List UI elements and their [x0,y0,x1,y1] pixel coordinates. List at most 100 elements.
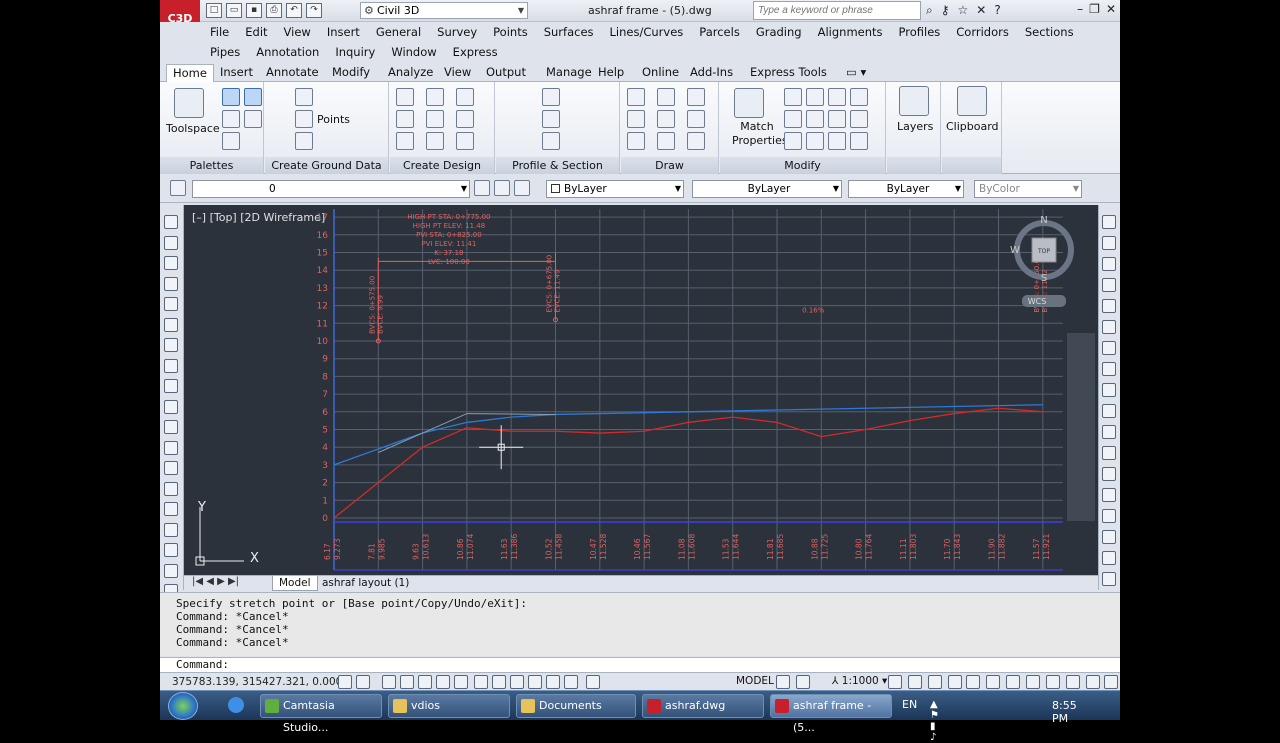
ribbon-tab[interactable]: Express Tools [744,64,833,82]
mirror-icon[interactable] [850,88,868,106]
status-tool-icon[interactable] [888,675,902,689]
menu-item[interactable]: Window [391,42,446,62]
workspace-select[interactable]: ⚙ Civil 3D ▼ [360,2,528,19]
taskbar-item[interactable]: vdios [388,694,510,718]
erase-icon[interactable] [1102,215,1116,229]
menu-item[interactable]: Survey [437,22,487,42]
stretch-icon[interactable] [1102,383,1116,397]
break-at-point-icon[interactable] [1102,446,1116,460]
status-tool-icon[interactable] [1104,675,1118,689]
move-icon[interactable] [784,88,802,106]
construction-icon[interactable] [627,110,645,128]
clipboard-title[interactable] [942,157,1001,174]
prospector-icon[interactable] [222,88,240,106]
menu-item[interactable]: Edit [245,22,277,42]
trim-icon[interactable] [1102,404,1116,418]
create-design-title[interactable]: Create Design [390,157,494,174]
restore-icon[interactable]: ❐ [1089,2,1100,16]
annotation-scale[interactable]: ⅄ 1:1000 ▾ [832,675,887,687]
taskbar-item-active[interactable]: ashraf frame - (5... [770,694,892,734]
profile-icon[interactable] [426,110,444,128]
blend-icon[interactable] [1102,551,1116,565]
chamfer-icon[interactable] [1102,509,1116,523]
ellipse-arc-icon[interactable] [164,420,178,434]
taskbar-item[interactable]: Camtasia Studio... [260,694,382,734]
revision-cloud-icon[interactable] [164,358,178,373]
layers-icon[interactable] [899,86,929,116]
import-icon[interactable] [295,132,313,150]
menu-item[interactable]: File [210,22,239,42]
menu-item[interactable]: Sections [1025,22,1084,42]
modify-title[interactable]: Modify [720,157,885,174]
points-icon[interactable] [295,110,313,128]
object-snap-icon[interactable] [436,675,450,689]
menu-item[interactable]: Parcels [699,22,750,42]
palettes-title[interactable]: Palettes [160,157,263,174]
point-icon[interactable] [164,481,178,496]
break-icon[interactable] [1102,467,1116,481]
start-button[interactable] [168,692,198,720]
close-window-icon[interactable]: ✕ [1106,2,1116,16]
rotate-icon[interactable] [1102,341,1116,355]
menu-item[interactable]: Corridors [956,22,1019,42]
menu-item[interactable]: Inquiry [335,42,385,62]
polyline-icon[interactable] [657,88,675,106]
undo-icon[interactable]: ↶ [286,3,302,18]
circle-icon[interactable] [164,338,178,352]
toolbox-icon[interactable] [244,110,262,128]
layer-properties-icon[interactable] [170,180,186,196]
ribbon-tab[interactable]: Online [636,64,685,82]
explode-icon[interactable] [1102,572,1116,586]
new-icon[interactable]: □ [206,3,222,18]
close-icon[interactable]: ✕ [976,3,986,18]
star-icon[interactable]: ☆ [958,3,969,18]
points-label[interactable]: Points [317,113,350,126]
tab-model[interactable]: Model [272,576,318,591]
rectangle-icon[interactable] [164,297,178,311]
profile-view[interactable]: 012345678910111213141516170+5500+5750+60… [184,205,1098,575]
alignment-icon[interactable] [396,110,414,128]
circle-icon[interactable] [657,110,675,128]
open-icon[interactable]: ▭ [226,3,242,18]
copy-icon[interactable] [784,110,802,128]
draw-title[interactable]: Draw [621,157,718,174]
layers-title[interactable] [887,157,940,174]
extend-icon[interactable] [1102,425,1116,439]
surfaces-icon[interactable] [295,88,313,106]
rectangle-icon[interactable] [687,110,705,128]
grid-display-icon[interactable] [382,675,396,689]
feature-line-icon[interactable] [426,88,444,106]
linetype-combo[interactable]: ByLayer ▼ [692,180,842,198]
status-tool-icon[interactable] [776,675,790,689]
polyline-icon[interactable] [164,256,178,270]
command-input[interactable]: Command: [160,657,1120,672]
menu-item[interactable]: Profiles [899,22,951,42]
ribbon-tab[interactable]: Annotate [260,64,325,82]
panel-toggle-icon[interactable]: ▭ ▾ [840,64,872,82]
fillet-icon[interactable] [1102,530,1116,544]
tab-layout[interactable]: ashraf layout (1) [316,576,415,591]
ribbon-tab[interactable]: Modify [326,64,376,82]
polar-tracking-icon[interactable] [418,675,432,689]
arc-icon[interactable] [627,132,645,150]
move-icon[interactable] [1102,320,1116,334]
sample-lines-icon[interactable] [542,110,560,128]
3d-object-snap-icon[interactable] [454,675,468,689]
array-icon[interactable] [850,110,868,128]
assembly-icon[interactable] [426,132,444,150]
ribbon-tab[interactable]: View [438,64,477,82]
explode-icon[interactable] [850,132,868,150]
toolspace-icon[interactable] [174,88,204,118]
object-snap-tracking-icon[interactable] [474,675,488,689]
dynamic-ucs-icon[interactable] [492,675,506,689]
status-tool-icon[interactable] [928,675,942,689]
taskbar-item[interactable]: Documents [516,694,636,718]
table-icon[interactable] [164,563,178,578]
construction-line-icon[interactable] [164,235,178,250]
lineweight-combo[interactable]: ByLayer ▼ [848,180,964,198]
ribbon-tab[interactable]: Insert [214,64,259,82]
status-tool-icon[interactable] [796,675,810,689]
settings-icon[interactable] [244,88,262,106]
status-tool-icon[interactable] [1066,675,1080,689]
match-properties-icon[interactable] [734,88,764,118]
